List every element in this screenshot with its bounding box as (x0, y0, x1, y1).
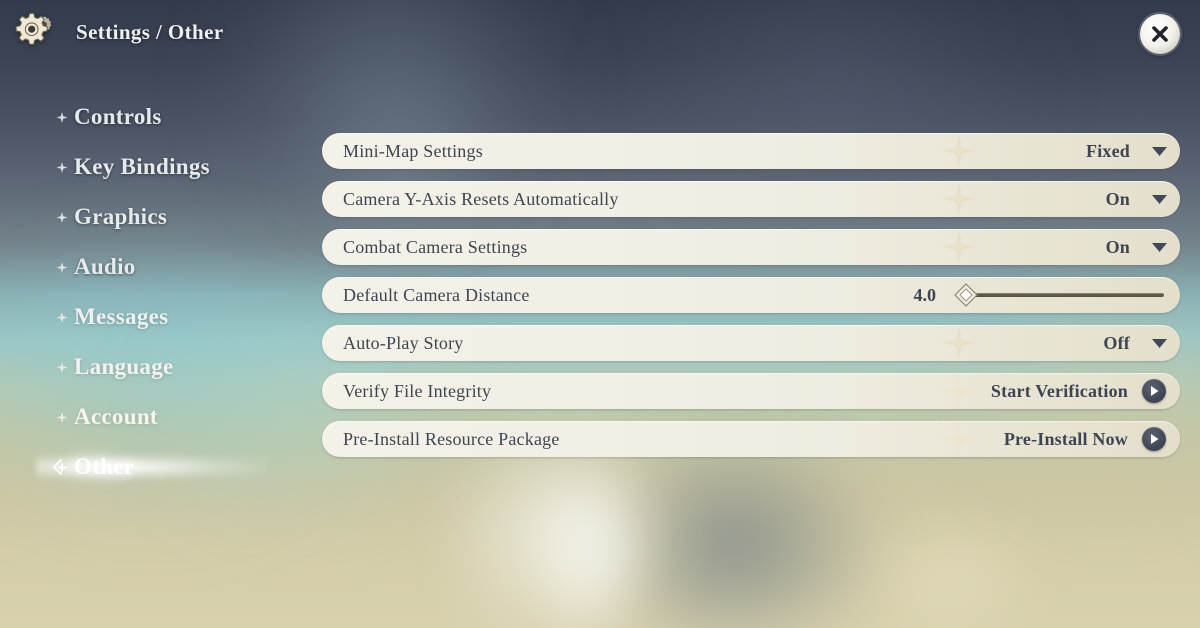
setting-row-camera-y-axis-resets-automatically[interactable]: Camera Y-Axis Resets Automatically On (322, 181, 1180, 217)
sidebar-item-key-bindings[interactable]: Key Bindings (0, 142, 300, 192)
sidebar-item-label: Graphics (74, 204, 168, 229)
background-blur (860, 520, 1040, 628)
selection-glow (36, 454, 266, 480)
diamond-bullet-icon (56, 412, 68, 423)
slider-value: 4.0 (913, 284, 937, 305)
sparkle-divider-icon (939, 229, 979, 265)
setting-value: Off (1103, 332, 1130, 353)
chevron-down-icon[interactable] (1144, 242, 1174, 252)
background-blur (530, 455, 650, 628)
slider-track[interactable] (972, 293, 1164, 297)
diamond-bullet-icon (56, 362, 68, 373)
page-title: Settings / Other (76, 20, 224, 44)
setting-label: Combat Camera Settings (343, 236, 528, 257)
diamond-bullet-icon (56, 112, 68, 123)
sidebar-item-audio[interactable]: Audio (0, 242, 300, 292)
chevron-right-circle-icon[interactable] (1142, 427, 1166, 451)
setting-row-pre-install-resource-package[interactable]: Pre-Install Resource Package Pre-Install… (322, 421, 1180, 457)
diamond-bullet-icon (56, 262, 68, 273)
camera-distance-slider[interactable] (954, 283, 1164, 307)
setting-value: Fixed (1086, 140, 1130, 161)
chevron-right-circle-icon[interactable] (1142, 379, 1166, 403)
sparkle-divider-icon (939, 373, 979, 409)
sparkle-divider-icon (939, 181, 979, 217)
setting-row-auto-play-story[interactable]: Auto-Play Story Off (322, 325, 1180, 361)
settings-screen: Settings / Other Controls Key Bindings G… (0, 0, 1200, 628)
close-button[interactable] (1140, 14, 1180, 54)
setting-row-combat-camera-settings[interactable]: Combat Camera Settings On (322, 229, 1180, 265)
setting-value: Pre-Install Now (1003, 428, 1128, 449)
gear-icon (9, 9, 57, 55)
setting-value: Start Verification (990, 380, 1128, 401)
header: Settings / Other (0, 0, 1200, 70)
setting-label: Default Camera Distance (343, 284, 530, 305)
chevron-down-icon[interactable] (1144, 194, 1174, 204)
setting-row-mini-map-settings[interactable]: Mini-Map Settings Fixed (322, 133, 1180, 169)
setting-row-default-camera-distance[interactable]: Default Camera Distance 4.0 (322, 277, 1180, 313)
sparkle-divider-icon (939, 133, 979, 169)
setting-value: On (1105, 236, 1130, 257)
setting-label: Mini-Map Settings (343, 140, 483, 161)
sidebar-item-label: Other (74, 454, 135, 479)
sidebar: Controls Key Bindings Graphics Audio Mes (0, 92, 300, 492)
setting-value: On (1105, 188, 1130, 209)
sidebar-item-label: Key Bindings (74, 154, 210, 179)
sidebar-item-language[interactable]: Language (0, 342, 300, 392)
setting-label: Auto-Play Story (343, 332, 464, 353)
sidebar-item-other[interactable]: Other (0, 442, 300, 492)
sidebar-item-label: Audio (74, 254, 136, 279)
close-icon (1152, 26, 1168, 42)
diamond-bullet-icon (56, 312, 68, 323)
setting-label: Verify File Integrity (343, 380, 492, 401)
settings-list: Mini-Map Settings Fixed Camera Y-Axis Re… (322, 133, 1180, 469)
setting-label: Pre-Install Resource Package (343, 428, 560, 449)
setting-label: Camera Y-Axis Resets Automatically (343, 188, 619, 209)
sidebar-item-label: Messages (74, 304, 169, 329)
diamond-bullet-icon (56, 212, 68, 223)
diamond-bullet-icon (56, 162, 68, 173)
diamond-bullet-icon (56, 462, 68, 473)
sparkle-divider-icon (939, 421, 979, 457)
diamond-slider-handle-icon[interactable] (954, 283, 978, 307)
sidebar-item-label: Account (74, 404, 158, 429)
setting-row-verify-file-integrity[interactable]: Verify File Integrity Start Verification (322, 373, 1180, 409)
sidebar-item-label: Controls (74, 104, 162, 129)
sidebar-item-controls[interactable]: Controls (0, 92, 300, 142)
sidebar-item-messages[interactable]: Messages (0, 292, 300, 342)
sidebar-item-account[interactable]: Account (0, 392, 300, 442)
sidebar-item-graphics[interactable]: Graphics (0, 192, 300, 242)
sparkle-divider-icon (939, 325, 979, 361)
sidebar-item-label: Language (74, 354, 174, 379)
chevron-down-icon[interactable] (1144, 338, 1174, 348)
chevron-down-icon[interactable] (1144, 146, 1174, 156)
